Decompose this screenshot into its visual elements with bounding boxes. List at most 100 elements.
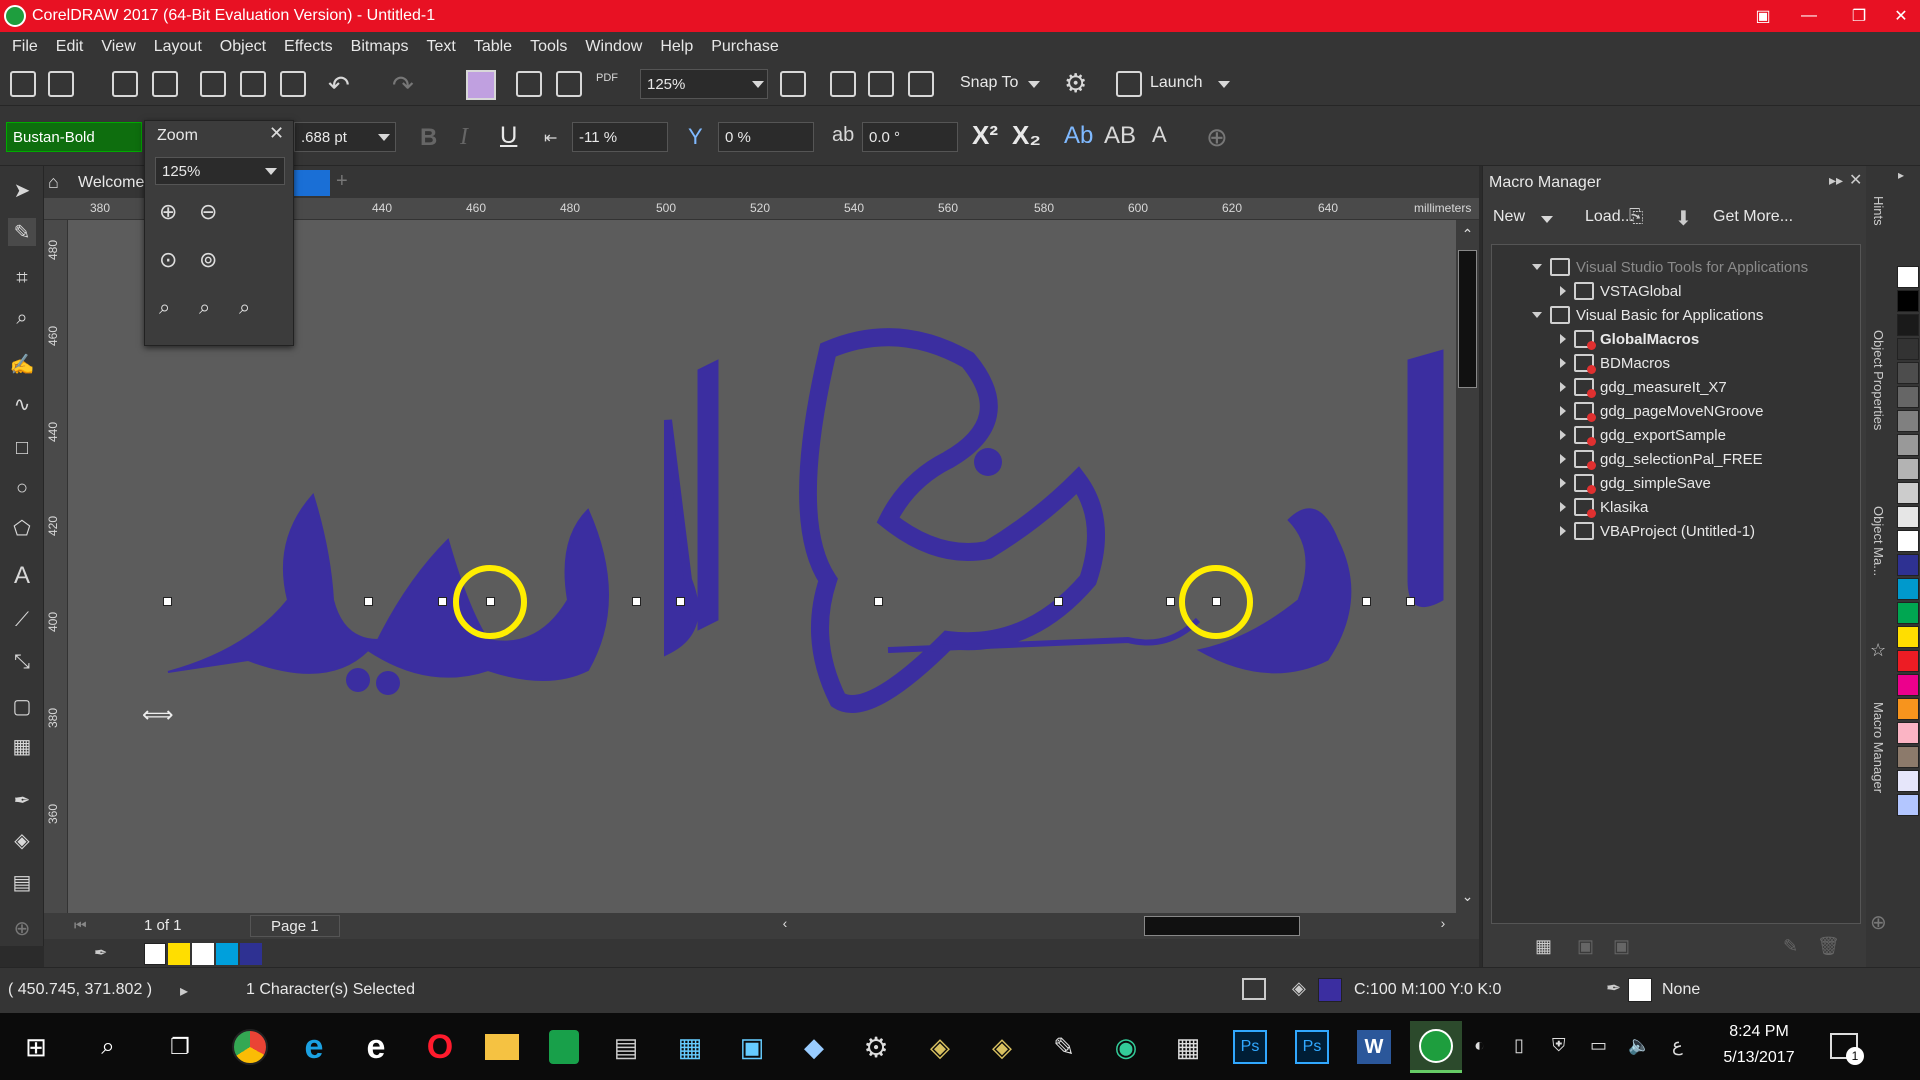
interactive-fill-icon[interactable]: ◈ (8, 826, 36, 854)
palette-swatch[interactable] (1897, 290, 1919, 312)
selection-handle[interactable] (364, 597, 373, 606)
input-language[interactable]: ع (1672, 1035, 1683, 1056)
tree-node[interactable]: gdg_measureIt_X7 (1560, 375, 1727, 399)
artistic-media-icon[interactable]: ∿ (8, 390, 36, 418)
open-folder-icon[interactable] (48, 71, 74, 97)
add-icon[interactable]: ⊕ (1206, 122, 1228, 153)
selection-handle[interactable] (676, 597, 685, 606)
menu-table[interactable]: Table (474, 38, 512, 56)
show-guidelines-icon[interactable] (908, 71, 934, 97)
transparency-icon[interactable]: ▦ (8, 732, 36, 760)
selection-handle[interactable] (163, 597, 172, 606)
launch-icon[interactable] (1116, 71, 1142, 97)
char-spacing-field[interactable]: -11 % (572, 122, 668, 152)
app-icon[interactable]: ◈ (914, 1021, 966, 1073)
drop-shadow-icon[interactable]: ▢ (8, 692, 36, 720)
tree-node[interactable]: gdg_pageMoveNGroove (1560, 399, 1763, 423)
tree-node[interactable]: Visual Studio Tools for Applications (1532, 255, 1808, 279)
run-macro-icon[interactable]: ▣ (1577, 936, 1594, 957)
new-document-icon[interactable] (10, 71, 36, 97)
object-manager-tab[interactable]: Object Ma... (1871, 506, 1886, 576)
selection-handle[interactable] (1166, 597, 1175, 606)
macro-editor-icon[interactable]: ▦ (1535, 936, 1552, 957)
underline-button[interactable]: U (500, 122, 517, 150)
settings-gear-icon[interactable]: ⚙ (850, 1021, 902, 1073)
menu-file[interactable]: File (12, 38, 38, 56)
palette-swatch[interactable] (1897, 578, 1919, 600)
selection-handle[interactable] (1406, 597, 1415, 606)
expand-arrow-icon[interactable]: ▸ (180, 981, 188, 1001)
tree-node[interactable]: Visual Basic for Applications (1532, 303, 1763, 327)
zoom-to-page-icon[interactable] (780, 71, 806, 97)
zoom-page-height-icon[interactable]: ⌕ (239, 297, 250, 320)
menu-view[interactable]: View (101, 38, 135, 56)
zoom-to-selected-icon[interactable]: ⊙ (159, 247, 177, 273)
export-icon[interactable] (556, 71, 582, 97)
char-angle-field[interactable]: 0.0 ° (862, 122, 958, 152)
redo-icon[interactable]: ↷ (392, 70, 414, 101)
photoshop-icon[interactable]: Ps (1286, 1021, 1338, 1073)
file-explorer-icon[interactable] (476, 1021, 528, 1073)
palette-swatch[interactable] (1897, 698, 1919, 720)
scroll-right-button[interactable]: › (1432, 915, 1454, 937)
tree-node[interactable]: BDMacros (1560, 351, 1670, 375)
selection-handle[interactable] (1054, 597, 1063, 606)
zoom-level-select[interactable]: 125% (640, 69, 768, 99)
ie-icon[interactable]: e (288, 1021, 340, 1073)
color-swatch-white[interactable] (192, 943, 214, 965)
security-shield-icon[interactable] (538, 1021, 590, 1073)
fill-color-swatch[interactable] (1318, 978, 1342, 1002)
color-swatch-blue[interactable] (240, 943, 262, 965)
outline-color-swatch[interactable] (1628, 978, 1652, 1002)
menu-object[interactable]: Object (220, 38, 266, 56)
task-view-icon[interactable]: ❐ (154, 1021, 206, 1073)
vertical-scrollbar[interactable]: ⌃ ⌄ (1456, 220, 1479, 913)
rectangle-tool-icon[interactable]: □ (8, 434, 36, 462)
object-properties-tab[interactable]: Object Properties (1871, 330, 1886, 430)
restore-button[interactable]: ❐ (1836, 0, 1882, 32)
search-content-icon[interactable] (466, 70, 496, 100)
dimension-tool-icon[interactable]: ⟋ (8, 606, 36, 634)
zoom-tool-icon[interactable]: ⌕ (8, 304, 36, 332)
palette-swatch[interactable] (1897, 626, 1919, 648)
palette-swatch[interactable] (1897, 338, 1919, 360)
eyedropper-icon[interactable]: ✒ (8, 786, 36, 814)
copy-icon[interactable] (240, 71, 266, 97)
edge-icon[interactable]: e (350, 1021, 402, 1073)
menu-bitmaps[interactable]: Bitmaps (351, 38, 409, 56)
palette-swatch[interactable] (1897, 530, 1919, 552)
untitled-doc-tab[interactable] (294, 170, 330, 196)
polygon-tool-icon[interactable]: ⬠ (8, 514, 36, 542)
photoshop-icon[interactable]: Ps (1224, 1021, 1276, 1073)
menu-effects[interactable]: Effects (284, 38, 333, 56)
selection-handle[interactable] (874, 597, 883, 606)
tree-node[interactable]: GlobalMacros (1560, 327, 1699, 351)
add-docker-icon[interactable]: ⊕ (1870, 910, 1887, 935)
pdf-export-icon[interactable]: PDF (596, 72, 618, 84)
ellipse-tool-icon[interactable]: ○ (8, 474, 36, 502)
zoom-to-page-icon[interactable]: ⌕ (159, 297, 170, 320)
palette-menu-icon[interactable]: ▸ (1898, 168, 1904, 182)
tree-node[interactable]: VBAProject (Untitled-1) (1560, 519, 1755, 543)
palette-swatch[interactable] (1897, 410, 1919, 432)
word-icon[interactable]: W (1348, 1021, 1400, 1073)
launch-dropdown[interactable]: Launch (1150, 74, 1203, 92)
palette-swatch[interactable] (1897, 794, 1919, 816)
clock-date[interactable]: 5/13/2017 (1710, 1049, 1808, 1067)
text-tool-icon[interactable]: A (8, 562, 36, 590)
palette-swatch[interactable] (1897, 314, 1919, 336)
opera-icon[interactable]: O (414, 1021, 466, 1073)
menu-purchase[interactable]: Purchase (711, 38, 779, 56)
minimize-button[interactable]: — (1786, 0, 1832, 32)
text-properties-icon[interactable]: A (1152, 122, 1167, 148)
close-button[interactable]: ✕ (1878, 0, 1920, 32)
manage-icon[interactable]: ⎘ (1629, 206, 1643, 227)
selection-handle[interactable] (632, 597, 641, 606)
app-icon[interactable]: ✎ (1038, 1021, 1090, 1073)
tree-node[interactable]: gdg_simpleSave (1560, 471, 1711, 495)
user-icon[interactable]: ▣ (1740, 0, 1786, 32)
tree-node[interactable]: Klasika (1560, 495, 1648, 519)
subscript-button[interactable]: X₂ (1012, 120, 1041, 151)
scroll-thumb[interactable] (1458, 250, 1477, 388)
search-icon[interactable]: ⌕ (82, 1021, 134, 1073)
